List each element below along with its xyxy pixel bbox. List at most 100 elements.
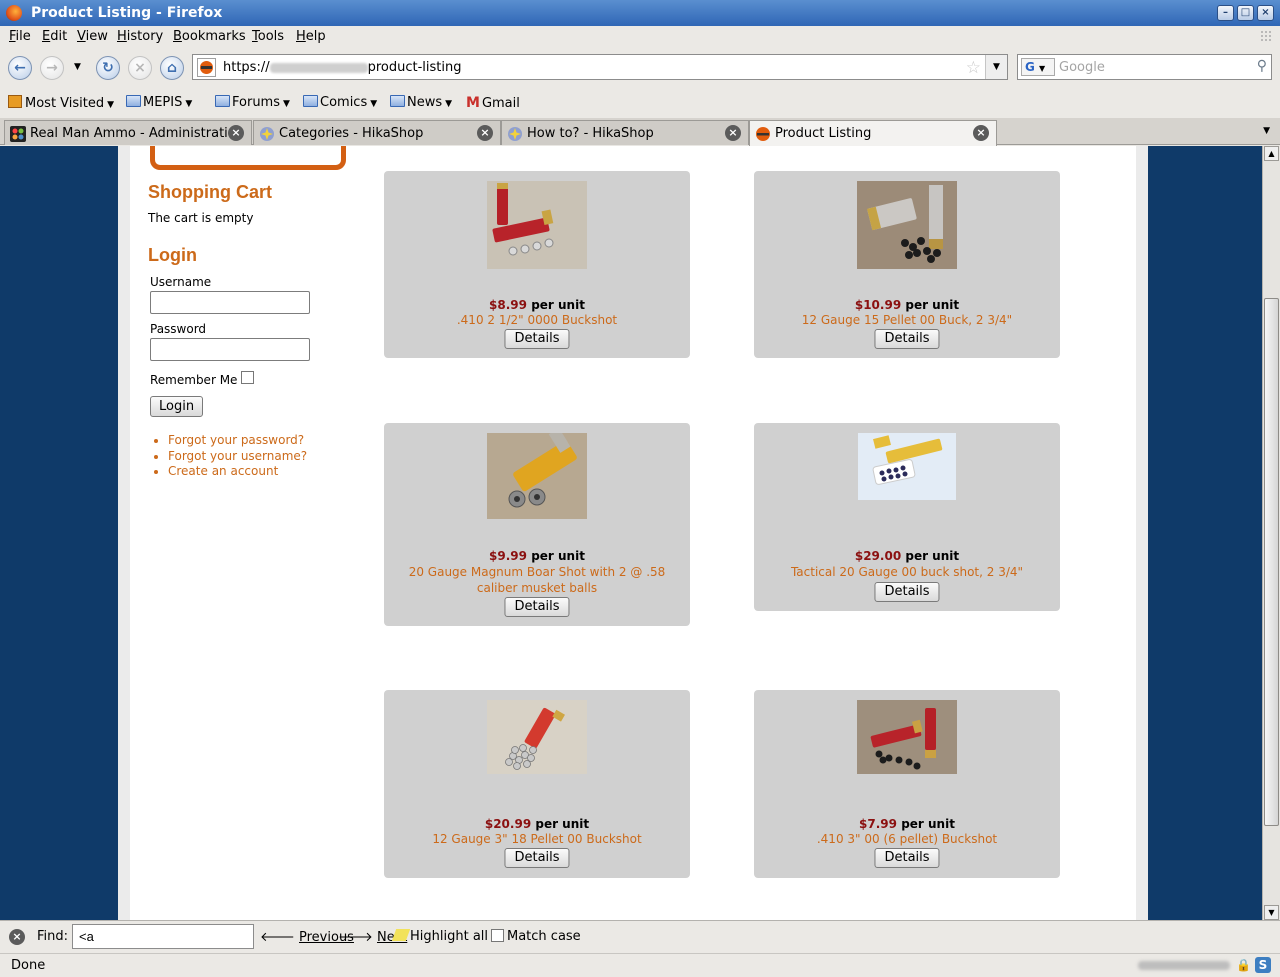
- reload-button[interactable]: ↻: [96, 56, 120, 80]
- details-button[interactable]: Details: [874, 329, 940, 349]
- bookmark-most-visited[interactable]: Most Visited ▼: [8, 95, 114, 111]
- bookmark-star-icon[interactable]: ☆: [966, 58, 981, 78]
- menu-history[interactable]: History: [117, 29, 163, 44]
- highlighter-icon: [391, 929, 411, 941]
- product-unit: per unit: [535, 817, 590, 831]
- close-window-button[interactable]: ×: [1257, 5, 1274, 21]
- stop-button[interactable]: ×: [128, 56, 152, 80]
- password-field[interactable]: [150, 338, 310, 361]
- status-text: Done: [11, 958, 46, 973]
- search-bar[interactable]: G ▼ Google ⚲: [1017, 54, 1272, 80]
- match-case-checkbox[interactable]: Match case: [491, 929, 581, 944]
- product-price: $10.99: [854, 298, 902, 312]
- url-bar[interactable]: https://product-listing ☆ ▼: [192, 54, 1008, 80]
- details-button[interactable]: Details: [504, 848, 570, 868]
- product-name-link[interactable]: .410 2 1/2" 0000 Buckshot: [404, 312, 670, 328]
- login-title: Login: [148, 245, 197, 265]
- scroll-up-icon[interactable]: ▲: [1264, 146, 1279, 161]
- highlight-all-button[interactable]: Highlight all: [391, 929, 488, 944]
- url-dropdown-button[interactable]: ▼: [985, 55, 1007, 79]
- tab-product-listing[interactable]: Product Listing ×: [749, 120, 997, 146]
- product-image[interactable]: [857, 700, 957, 774]
- url-text[interactable]: https://product-listing: [223, 60, 462, 75]
- forgot-password-link[interactable]: Forgot your password?: [168, 433, 348, 449]
- reload-icon: ↻: [102, 60, 114, 76]
- tab-categories-hikashop[interactable]: Categories - HikaShop ×: [253, 120, 501, 145]
- hikashop-icon: [260, 127, 274, 141]
- tab-close-icon[interactable]: ×: [725, 125, 741, 141]
- folder-icon: [215, 95, 230, 107]
- redacted-status-domain: [1138, 961, 1230, 970]
- back-button[interactable]: ←: [8, 56, 32, 80]
- product-unit: per unit: [905, 549, 960, 563]
- home-button[interactable]: ⌂: [160, 56, 184, 80]
- padlock-icon[interactable]: 🔒: [1236, 958, 1251, 972]
- next-arrow-icon: 🡒: [338, 930, 373, 945]
- bookmark-mepis[interactable]: MEPIS ▼: [126, 95, 192, 110]
- tab-close-icon[interactable]: ×: [228, 125, 244, 141]
- minimize-window-button[interactable]: –: [1217, 5, 1234, 21]
- search-icon[interactable]: ⚲: [1257, 58, 1267, 74]
- window-titlebar: Product Listing - Firefox – □ ×: [0, 0, 1280, 26]
- module-box-decoration: [150, 146, 346, 170]
- vertical-scrollbar[interactable]: ▲ ▼: [1262, 146, 1280, 920]
- product-price: $8.99: [489, 298, 527, 312]
- password-label: Password: [150, 322, 207, 336]
- product-price: $9.99: [489, 549, 527, 563]
- stop-icon: ×: [134, 60, 146, 76]
- forgot-username-link[interactable]: Forgot your username?: [168, 449, 348, 465]
- menu-bookmarks[interactable]: Bookmarks: [173, 29, 246, 44]
- cart-empty-message: The cart is empty: [148, 211, 254, 225]
- search-engine-selector[interactable]: G ▼: [1021, 58, 1055, 76]
- details-button[interactable]: Details: [504, 329, 570, 349]
- gmail-icon: M: [466, 95, 480, 111]
- find-input[interactable]: [72, 924, 254, 949]
- product-image[interactable]: [857, 181, 957, 269]
- bookmark-forums[interactable]: Forums ▼: [215, 95, 290, 110]
- product-image[interactable]: [487, 181, 587, 269]
- product-name-link[interactable]: 12 Gauge 3" 18 Pellet 00 Buckshot: [404, 831, 670, 847]
- scroll-down-icon[interactable]: ▼: [1264, 905, 1279, 920]
- create-account-link[interactable]: Create an account: [168, 464, 348, 480]
- product-image[interactable]: [487, 433, 587, 519]
- tab-how-to-hikashop[interactable]: How to? - HikaShop ×: [501, 120, 749, 145]
- scrollbar-thumb[interactable]: [1264, 298, 1279, 826]
- product-name-link[interactable]: .410 3" 00 (6 pellet) Buckshot: [774, 831, 1040, 847]
- product-card: $9.99 per unit 20 Gauge Magnum Boar Shot…: [384, 423, 690, 626]
- hikashop-icon: [508, 127, 522, 141]
- menu-view[interactable]: View: [77, 29, 108, 44]
- menu-file[interactable]: File: [9, 29, 31, 44]
- menu-edit[interactable]: Edit: [42, 29, 67, 44]
- tab-close-icon[interactable]: ×: [973, 125, 989, 141]
- remember-me-checkbox[interactable]: [241, 371, 255, 384]
- window-title: Product Listing - Firefox: [31, 5, 223, 21]
- username-label: Username: [150, 275, 212, 289]
- product-card: $8.99 per unit .410 2 1/2" 0000 Buckshot…: [384, 171, 690, 358]
- tab-real-man-ammo-admin[interactable]: Real Man Ammo - Administration ×: [4, 120, 252, 145]
- product-unit: per unit: [901, 817, 955, 831]
- addon-s-icon[interactable]: S: [1255, 957, 1271, 973]
- details-button[interactable]: Details: [874, 848, 940, 868]
- folder-icon: [390, 95, 405, 107]
- product-image[interactable]: [858, 433, 956, 500]
- maximize-window-button[interactable]: □: [1237, 5, 1254, 21]
- bookmark-news[interactable]: News ▼: [390, 95, 452, 110]
- login-button[interactable]: Login: [150, 396, 204, 417]
- product-name-link[interactable]: Tactical 20 Gauge 00 buck shot, 2 3/4": [774, 564, 1040, 580]
- product-name-link[interactable]: 12 Gauge 15 Pellet 00 Buck, 2 3/4": [774, 312, 1040, 328]
- history-dropdown-icon[interactable]: ▼: [74, 62, 81, 72]
- bookmark-gmail[interactable]: M Gmail: [466, 95, 520, 111]
- details-button[interactable]: Details: [504, 597, 570, 617]
- tab-close-icon[interactable]: ×: [477, 125, 493, 141]
- find-close-icon[interactable]: ×: [9, 929, 25, 945]
- menu-tools[interactable]: Tools: [252, 29, 284, 44]
- product-name-link[interactable]: 20 Gauge Magnum Boar Shot with 2 @ .58 c…: [404, 564, 670, 596]
- username-field[interactable]: [150, 291, 310, 314]
- details-button[interactable]: Details: [874, 582, 940, 602]
- product-image[interactable]: [487, 700, 587, 774]
- menu-help[interactable]: Help: [296, 29, 326, 44]
- forward-button[interactable]: →: [40, 56, 64, 80]
- bookmark-comics[interactable]: Comics ▼: [303, 95, 377, 110]
- site-favicon-icon: [197, 58, 216, 77]
- tab-list-dropdown-icon[interactable]: ▼: [1263, 126, 1270, 136]
